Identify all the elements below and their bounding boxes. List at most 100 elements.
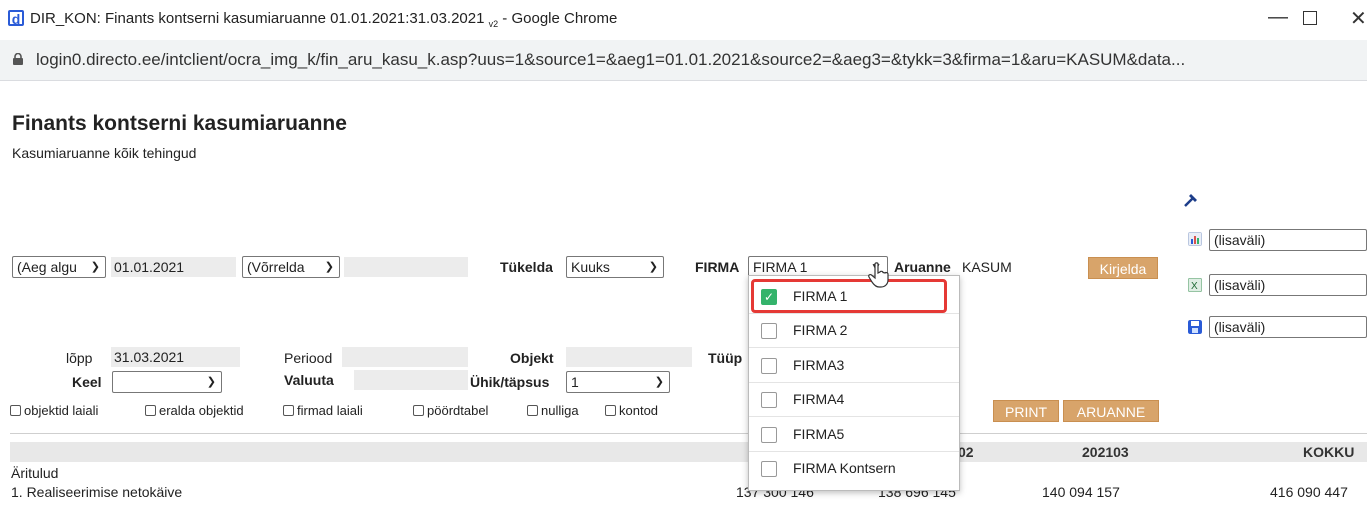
lisavali-select-3[interactable]: (lisaväli) [1209,316,1367,338]
checkbox-box[interactable] [283,405,294,416]
checkbox-eralda-objektid[interactable]: eralda objektid [145,403,244,418]
firma-option-3[interactable]: FIRMA3 [749,348,959,383]
checkbox-label: kontod [619,403,659,418]
chevron-down-icon: ❯ [324,261,334,273]
checkbox-box[interactable] [527,405,538,416]
checkbox-nulliga[interactable]: nulliga [527,403,579,418]
kirjelda-button[interactable]: Kirjelda [1088,257,1158,279]
divider [10,433,1367,434]
keel-select[interactable]: ❯ [112,371,222,393]
window-title-text: DIR_KON: Finants kontserni kasumiaruanne… [30,10,485,27]
tuup-label: Tüüp [708,350,743,366]
option-label: FIRMA4 [793,391,845,407]
checkbox-box[interactable] [605,405,616,416]
checkbox-label: firmad laiali [297,403,363,418]
firma-option-2[interactable]: FIRMA 2 [749,313,959,348]
checkbox-box[interactable] [10,405,21,416]
save-icon[interactable] [1188,320,1202,334]
lisavali-2-label: (lisaväli) [1214,277,1266,293]
checkbox-label: objektid laiali [24,403,99,418]
firma-option-4[interactable]: FIRMA4 [749,382,959,417]
end-date-field[interactable]: 31.03.2021 [111,347,240,367]
minimize-icon[interactable]: — [1268,6,1288,29]
checkbox-label: nulliga [541,403,579,418]
lock-icon [13,53,23,65]
column-header-202103: 202103 [1082,444,1129,460]
tukelda-value: Kuuks [571,259,610,275]
checkbox-box[interactable] [413,405,424,416]
checkbox-icon[interactable] [761,427,777,443]
periood-label: Periood [284,350,333,366]
lisavali-select-2[interactable]: (lisaväli) [1209,274,1367,296]
row-label: 1. Realiseerimise netokäive [11,484,183,500]
firma-label: FIRMA [695,259,740,275]
url-text[interactable]: login0.directo.ee/intclient/ocra_img_k/f… [36,50,1185,70]
tukelda-select[interactable]: Kuuks ❯ [566,256,664,278]
table-header [10,442,1367,462]
valuuta-field[interactable] [354,370,468,390]
window-title: DIR_KON: Finants kontserni kasumiaruanne… [30,10,617,29]
window-app-name: - Google Chrome [498,10,618,27]
objekt-label: Objekt [510,350,554,366]
print-button[interactable]: PRINT [993,400,1059,422]
hand-cursor-icon [868,262,889,288]
lisavali-select-1[interactable]: (lisaväli) [1209,229,1367,251]
firma-option-kontsern[interactable]: FIRMA Kontsern [749,451,959,486]
aruanne-field[interactable]: KASUM [962,257,1080,277]
option-label: FIRMA5 [793,426,845,442]
option-label: FIRMA Kontsern [793,460,896,476]
lopp-label: lõpp [66,350,93,366]
checkbox-icon[interactable] [761,392,777,408]
checkbox-box[interactable] [145,405,156,416]
chevron-down-icon: ❯ [90,261,100,273]
section-label: Äritulud [11,465,59,481]
uhik-value: 1 [571,374,579,390]
firma-value: FIRMA 1 [753,259,808,275]
compare-field[interactable] [344,257,468,277]
hammer-icon[interactable] [1183,192,1199,208]
checkbox-label: eralda objektid [159,403,244,418]
aeg-select[interactable]: (Aeg algu ❯ [12,256,106,278]
chevron-down-icon: ❯ [648,261,658,273]
row-value: 416 090 447 [1270,484,1348,500]
maximize-icon[interactable] [1303,11,1317,25]
firma-option-5[interactable]: FIRMA5 [749,417,959,452]
keel-label: Keel [72,374,102,390]
checkbox-icon[interactable] [761,461,777,477]
uhik-select[interactable]: 1 ❯ [566,371,670,393]
highlight-box [751,279,947,313]
chart-icon[interactable] [1188,232,1202,246]
window-version: v2 [488,19,499,29]
lisavali-3-label: (lisaväli) [1214,319,1266,335]
excel-icon[interactable]: X [1188,278,1202,292]
chevron-down-icon: ❯ [654,376,664,388]
column-header-202102: 02 [958,444,974,460]
compare-select-label: (Võrrelda [247,259,305,275]
uhik-label: Ühik/täpsus [470,374,550,390]
option-label: FIRMA 2 [793,322,848,338]
objekt-field[interactable] [566,347,692,367]
checkbox-kontod[interactable]: kontod [605,403,658,418]
row-value: 140 094 157 [1042,484,1120,500]
directo-logo-icon: d [8,10,24,26]
option-label: FIRMA3 [793,357,845,373]
address-bar[interactable]: login0.directo.ee/intclient/ocra_img_k/f… [0,40,1367,81]
page-subtitle: Kasumiaruanne kõik tehingud [12,145,197,161]
checkbox-icon[interactable] [761,323,777,339]
checkbox-firmad-laiali[interactable]: firmad laiali [283,403,363,418]
table-row: 1. Realiseerimise netokäive 137 300 146 … [0,484,1367,504]
valuuta-label: Valuuta [284,372,334,388]
checkbox-label: pöördtabel [427,403,489,418]
checkbox-poordtabel[interactable]: pöördtabel [413,403,488,418]
close-icon[interactable]: ✕ [1350,6,1367,31]
svg-text:X: X [1191,281,1198,292]
periood-field[interactable] [342,347,468,367]
compare-select[interactable]: (Võrrelda ❯ [242,256,340,278]
checkbox-icon[interactable] [761,358,777,374]
lisavali-1-label: (lisaväli) [1214,232,1266,248]
start-date-field[interactable]: 01.01.2021 [111,257,236,277]
checkbox-objektid-laiali[interactable]: objektid laiali [10,403,98,418]
aruanne-label: Aruanne [894,259,951,275]
aruanne-button[interactable]: ARUANNE [1063,400,1159,422]
tukelda-label: Tükelda [500,259,553,275]
